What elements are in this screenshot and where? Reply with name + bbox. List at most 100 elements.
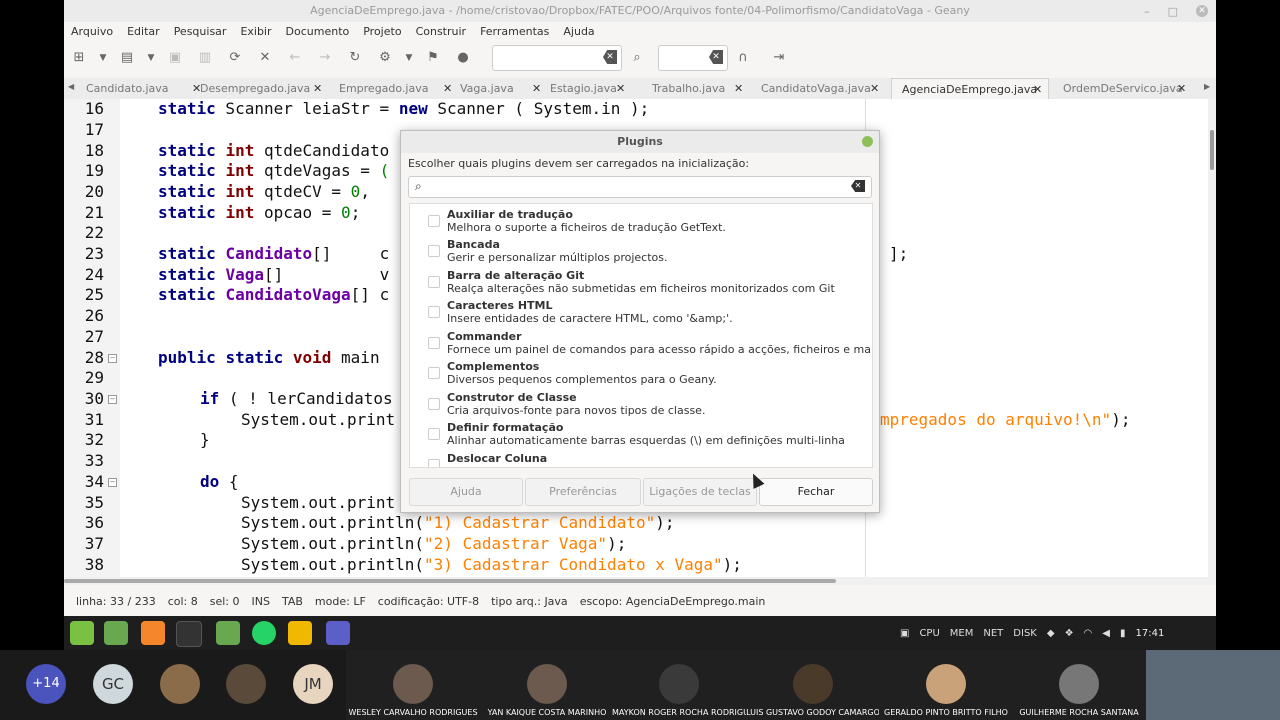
tab-scroll-left-icon[interactable]: ◀ xyxy=(68,82,74,91)
menu-exibir[interactable]: Exibir xyxy=(233,25,278,38)
tab-close-icon[interactable]: ✕ xyxy=(313,78,322,99)
vertical-scrollbar[interactable] xyxy=(1208,99,1216,577)
menu-pesquisar[interactable]: Pesquisar xyxy=(167,25,234,38)
tab-vaga[interactable]: Vaga.java ✕ xyxy=(460,78,550,99)
keybindings-button[interactable]: Ligações de teclas xyxy=(643,478,757,506)
plugin-checkbox[interactable] xyxy=(428,245,440,257)
tab-close-icon[interactable]: ✕ xyxy=(870,78,879,99)
screenshot-icon[interactable]: ▣ xyxy=(900,628,909,639)
tab-empregado[interactable]: Empregado.java ✕ xyxy=(339,78,457,99)
teams-icon[interactable] xyxy=(326,621,350,645)
clear-goto-icon[interactable]: ✕ xyxy=(709,50,723,64)
plugin-checkbox[interactable] xyxy=(428,215,440,227)
plugin-checkbox[interactable] xyxy=(428,367,440,379)
geany-icon[interactable] xyxy=(288,621,312,645)
plugin-item[interactable]: Bancada Gerir e personalizar múltiplos pr… xyxy=(410,236,872,266)
tab-close-icon[interactable]: ✕ xyxy=(734,78,743,99)
search-input[interactable]: ✕ xyxy=(492,45,622,71)
menu-arquivo[interactable]: Arquivo xyxy=(64,25,120,38)
plugin-checkbox[interactable] xyxy=(428,276,440,288)
teams-tray-icon[interactable]: ◆ xyxy=(1047,628,1055,639)
menu-projeto[interactable]: Projeto xyxy=(356,25,408,38)
fold-marker-icon[interactable]: − xyxy=(108,395,117,404)
tab-desempregado[interactable]: Desempregado.java ✕ xyxy=(200,78,332,99)
folder-icon[interactable] xyxy=(216,621,240,645)
minimize-icon[interactable]: – xyxy=(1144,5,1150,18)
fold-marker-icon[interactable]: − xyxy=(108,478,117,487)
plugin-item[interactable]: Caracteres HTML Insere entidades de carac… xyxy=(410,297,872,327)
mint-menu-icon[interactable] xyxy=(70,621,94,645)
plugin-checkbox[interactable] xyxy=(428,337,440,349)
battery-icon[interactable]: ▮ xyxy=(1120,628,1126,639)
plugin-item[interactable]: Construtor de Classe Cria arquivos-fonte … xyxy=(410,389,872,419)
close-file-icon[interactable]: ✕ xyxy=(254,47,276,69)
build-icon[interactable]: ⚙ xyxy=(374,47,396,69)
run-icon[interactable]: ⚑ xyxy=(422,47,444,69)
tab-estagio[interactable]: Estagio.java ✕ xyxy=(550,78,648,99)
volume-icon[interactable]: ◀ xyxy=(1102,628,1110,639)
compile-icon[interactable]: ↻ xyxy=(344,47,366,69)
clear-search-icon[interactable]: ✕ xyxy=(851,180,865,192)
tab-close-icon[interactable]: ✕ xyxy=(1177,78,1186,99)
preferences-button[interactable]: Preferências xyxy=(525,478,641,506)
plugin-checkbox[interactable] xyxy=(428,306,440,318)
plugin-item[interactable]: Definir formatação Alinhar automaticament… xyxy=(410,419,872,449)
menu-ajuda[interactable]: Ajuda xyxy=(556,25,601,38)
tab-close-icon[interactable]: ✕ xyxy=(532,78,541,99)
clear-search-icon[interactable]: ✕ xyxy=(603,50,617,64)
tab-close-icon[interactable]: ✕ xyxy=(1033,79,1042,100)
chevron-down-icon[interactable]: ▼ xyxy=(146,47,156,69)
more-participants-badge[interactable]: +14 xyxy=(26,664,66,704)
plugin-item[interactable]: Complementos Diversos pequenos complement… xyxy=(410,358,872,388)
plugin-checkbox[interactable] xyxy=(428,398,440,410)
tab-close-icon[interactable]: ✕ xyxy=(616,78,625,99)
dialog-close-icon[interactable] xyxy=(862,136,873,147)
plugin-search-input[interactable]: ⌕ ✕ xyxy=(408,176,872,198)
plugin-item[interactable]: Barra de alteração Git Realça alterações … xyxy=(410,267,872,297)
menu-construir[interactable]: Construir xyxy=(409,25,474,38)
terminal-icon[interactable] xyxy=(176,621,202,647)
plugin-checkbox[interactable] xyxy=(428,459,440,467)
close-button[interactable]: Fechar xyxy=(759,478,873,506)
open-file-icon[interactable]: ▤ xyxy=(116,47,138,69)
horizontal-scroll-thumb[interactable] xyxy=(64,579,836,583)
help-button[interactable]: Ajuda xyxy=(409,478,523,506)
close-window-icon[interactable]: ✕ xyxy=(1196,5,1208,17)
goto-line-icon[interactable]: ∩ xyxy=(732,47,754,69)
save-all-icon[interactable]: ▥ xyxy=(194,47,216,69)
chevron-down-icon[interactable]: ▼ xyxy=(98,47,108,69)
revert-icon[interactable]: ⟳ xyxy=(224,47,246,69)
plugin-item[interactable]: Auxiliar de tradução Melhora o suporte a … xyxy=(410,206,872,236)
vertical-scroll-thumb[interactable] xyxy=(1210,130,1214,170)
maximize-icon[interactable]: □ xyxy=(1168,5,1178,18)
wifi-icon[interactable]: ◠ xyxy=(1084,628,1093,639)
quit-icon[interactable]: ⇥ xyxy=(768,47,790,69)
whatsapp-icon[interactable] xyxy=(252,621,276,645)
plugin-item[interactable]: Commander Fornece um painel de comandos p… xyxy=(410,328,872,358)
chevron-down-icon[interactable]: ▼ xyxy=(404,47,414,69)
menu-documento[interactable]: Documento xyxy=(279,25,357,38)
goto-line-input[interactable]: ✕ xyxy=(658,45,728,71)
menu-ferramentas[interactable]: Ferramentas xyxy=(473,25,556,38)
tab-trabalho[interactable]: Trabalho.java ✕ xyxy=(652,78,754,99)
new-file-icon[interactable]: ⊞ xyxy=(68,47,90,69)
files-icon[interactable] xyxy=(104,621,128,645)
plugin-checkbox[interactable] xyxy=(428,428,440,440)
redo-icon[interactable]: → xyxy=(314,47,336,69)
undo-icon[interactable]: ← xyxy=(284,47,306,69)
plugin-list[interactable]: Auxiliar de tradução Melhora o suporte a … xyxy=(409,203,873,468)
tab-candidato[interactable]: Candidato.java ✕ xyxy=(86,78,204,99)
plugin-item[interactable]: Deslocar Coluna xyxy=(410,450,872,467)
search-icon[interactable]: ⌕ xyxy=(626,47,648,69)
dropbox-icon[interactable]: ❖ xyxy=(1065,628,1074,639)
menu-editar[interactable]: Editar xyxy=(120,25,167,38)
save-icon[interactable]: ▣ xyxy=(164,47,186,69)
tab-scroll-right-icon[interactable]: ▶ xyxy=(1204,82,1210,91)
tab-candidatovaga[interactable]: CandidatoVaga.java ✕ xyxy=(761,78,887,99)
tab-close-icon[interactable]: ✕ xyxy=(443,78,452,99)
tab-agenciadeemprego[interactable]: AgenciaDeEmprego.java ✕ xyxy=(891,78,1049,100)
tab-ordemdeservico[interactable]: OrdemDeServico.java ✕ xyxy=(1063,78,1189,99)
firefox-icon[interactable] xyxy=(141,621,165,645)
fold-marker-icon[interactable]: − xyxy=(108,354,117,363)
color-picker-icon[interactable]: ● xyxy=(452,47,474,69)
